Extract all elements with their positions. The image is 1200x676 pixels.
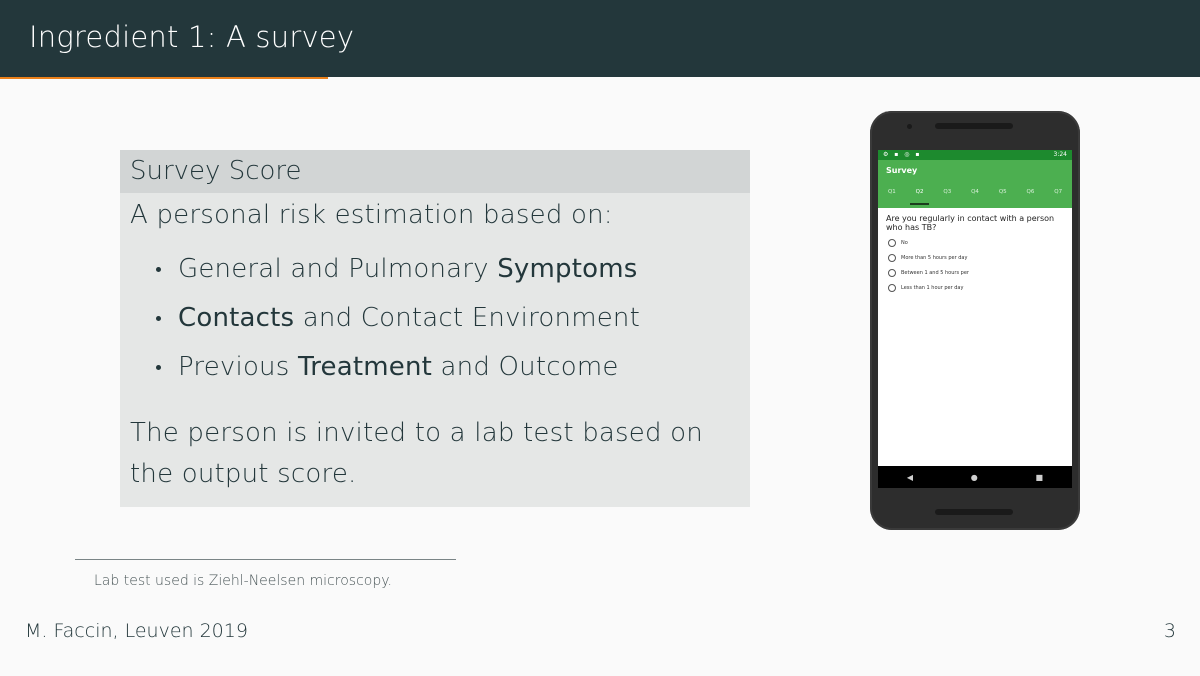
recents-icon[interactable]: ■ xyxy=(1036,473,1044,482)
option-label: Less than 1 hour per day xyxy=(901,284,964,291)
block-intro: A personal risk estimation based on: xyxy=(130,200,613,230)
bullet-icon xyxy=(156,365,161,370)
footer-author: M. Faccin, Leuven 2019 xyxy=(25,620,248,642)
survey-score-block: Survey Score A personal risk estimation … xyxy=(120,150,750,507)
bullet-text: Previous xyxy=(178,352,298,382)
tab-q5[interactable]: Q5 xyxy=(989,182,1017,208)
block-body: A personal risk estimation based on: Gen… xyxy=(120,193,750,495)
tab-q7[interactable]: Q7 xyxy=(1044,182,1072,208)
radio-button[interactable] xyxy=(888,253,896,262)
option-label: No xyxy=(901,239,908,246)
speaker-grille xyxy=(935,123,1013,129)
answer-option[interactable]: Less than 1 hour per day xyxy=(878,280,1072,295)
app-title: Survey xyxy=(886,166,918,175)
answer-option[interactable]: Between 1 and 5 hours per xyxy=(878,265,1072,280)
title-accent-rule xyxy=(0,77,328,79)
bullet-item: Contacts and Contact Environment xyxy=(130,301,740,350)
tab-q1[interactable]: Q1 xyxy=(878,182,906,208)
camera-icon xyxy=(907,124,912,129)
home-icon[interactable]: ● xyxy=(971,473,978,482)
bullet-icon xyxy=(156,267,161,272)
bullet-text: and Contact Environment xyxy=(294,303,640,333)
status-bar: ⚙ ▪ ◎ ▪ 3:24 xyxy=(878,150,1072,160)
radio-button[interactable] xyxy=(888,238,896,247)
radio-button[interactable] xyxy=(888,268,896,277)
bullet-item: Previous Treatment and Outcome xyxy=(130,350,740,399)
bullet-text: and Outcome xyxy=(432,352,619,382)
phone-mockup: ⚙ ▪ ◎ ▪ 3:24 Survey Q1 Q2 Q3 Q4 Q5 Q6 Q7… xyxy=(870,111,1080,530)
status-time: 3:24 xyxy=(1053,151,1067,158)
slide-title-bar: Ingredient 1: A survey xyxy=(0,0,1200,77)
option-label: More than 5 hours per day xyxy=(901,254,968,261)
bullet-emphasis: Contacts xyxy=(178,303,295,333)
option-label: Between 1 and 5 hours per xyxy=(901,269,969,276)
bullet-emphasis: Treatment xyxy=(297,352,433,382)
bullet-list: General and Pulmonary Symptoms Contacts … xyxy=(130,252,740,399)
block-title: Survey Score xyxy=(120,150,750,193)
status-icons: ⚙ ▪ ◎ ▪ xyxy=(883,151,922,158)
radio-button[interactable] xyxy=(888,283,896,292)
survey-question: Are you regularly in contact with a pers… xyxy=(886,214,1055,232)
tab-q4[interactable]: Q4 xyxy=(961,182,989,208)
tab-q2[interactable]: Q2 xyxy=(906,182,934,208)
android-nav-bar: ◀ ● ■ xyxy=(878,466,1072,488)
answer-option[interactable]: More than 5 hours per day xyxy=(878,250,1072,265)
app-bar: Survey xyxy=(878,160,1072,182)
bullet-text: General and Pulmonary xyxy=(178,254,498,284)
speaker-grille xyxy=(935,509,1013,515)
back-icon[interactable]: ◀ xyxy=(907,473,913,482)
footnote: Lab test used is Ziehl-Neelsen microscop… xyxy=(94,573,392,589)
bullet-icon xyxy=(156,316,161,321)
page-number: 3 xyxy=(1163,620,1176,642)
tab-q6[interactable]: Q6 xyxy=(1017,182,1045,208)
bullet-item: General and Pulmonary Symptoms xyxy=(130,252,740,301)
answer-option[interactable]: No xyxy=(878,235,1072,250)
block-outro: The person is invited to a lab test base… xyxy=(130,418,703,489)
slide-title: Ingredient 1: A survey xyxy=(29,20,355,54)
footnote-rule xyxy=(75,559,456,560)
question-tabs: Q1 Q2 Q3 Q4 Q5 Q6 Q7 xyxy=(878,182,1072,208)
bullet-emphasis: Symptoms xyxy=(497,254,638,284)
tab-q3[interactable]: Q3 xyxy=(933,182,961,208)
phone-screen: ⚙ ▪ ◎ ▪ 3:24 Survey Q1 Q2 Q3 Q4 Q5 Q6 Q7… xyxy=(878,150,1072,488)
